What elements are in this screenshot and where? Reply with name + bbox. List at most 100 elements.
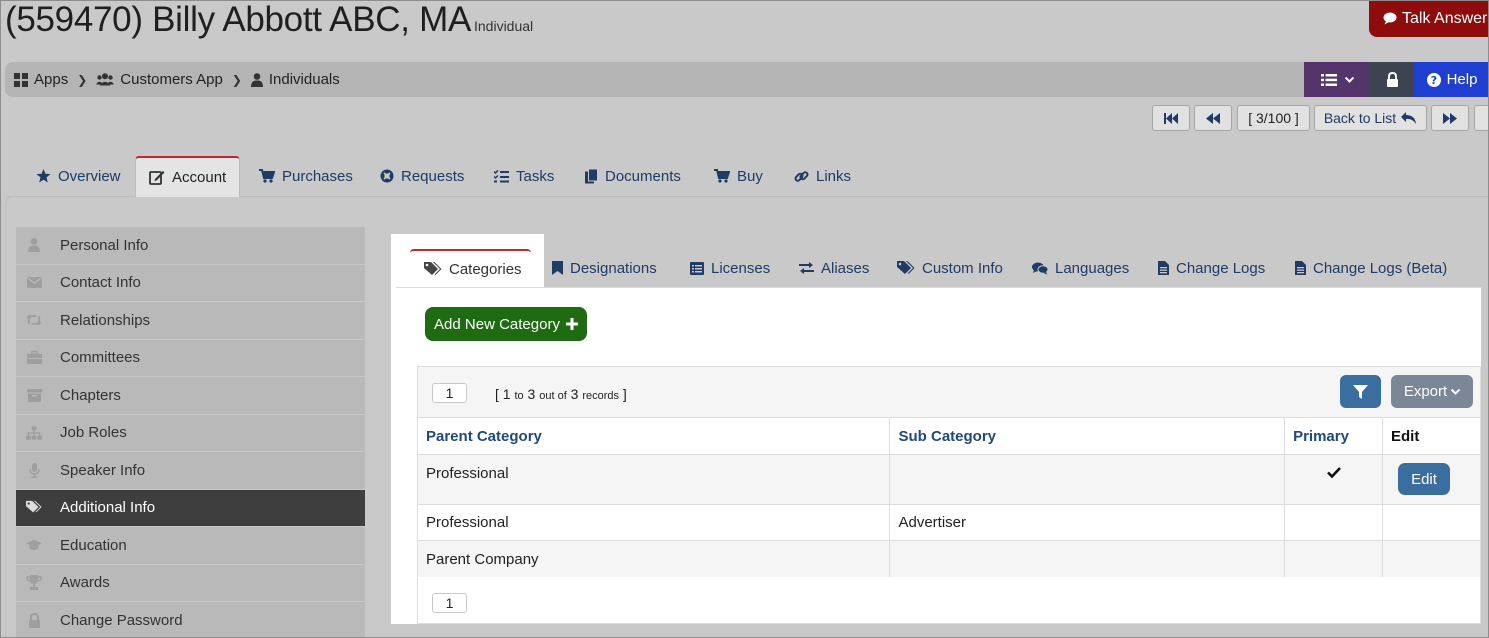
question-circle-icon: ? bbox=[1426, 72, 1441, 87]
sidebar-item-job-roles[interactable]: Job Roles bbox=[16, 414, 365, 452]
tab-tasks-label: Tasks bbox=[516, 167, 555, 185]
sidebar-item-label: Chapters bbox=[60, 386, 121, 404]
lock-icon bbox=[26, 612, 42, 628]
chevron-down-icon bbox=[1451, 388, 1461, 395]
tags-icon bbox=[897, 260, 915, 276]
back-to-list-button[interactable]: Back to List bbox=[1314, 105, 1427, 131]
menu-dropdown-button[interactable] bbox=[1304, 62, 1370, 97]
reply-all-icon bbox=[1401, 112, 1417, 124]
table-header-row: Parent Category Sub Category Primary Edi… bbox=[416, 417, 1481, 455]
column-header-parent-category[interactable]: Parent Category bbox=[416, 417, 891, 455]
tab-account-label: Account bbox=[172, 169, 227, 186]
export-label: Export bbox=[1403, 383, 1448, 400]
categories-table: Parent Category Sub Category Primary Edi… bbox=[416, 417, 1481, 578]
sidebar-item-awards[interactable]: Awards bbox=[16, 564, 365, 602]
exchange-icon bbox=[799, 262, 814, 274]
plus-icon bbox=[565, 318, 578, 330]
star-icon bbox=[36, 169, 51, 183]
sidebar-item-change-password[interactable]: Change Password bbox=[16, 602, 365, 638]
cell-edit: Edit bbox=[1382, 454, 1481, 505]
tab-overview[interactable]: Overview bbox=[23, 156, 134, 196]
tab-custom-info[interactable]: Custom Info bbox=[883, 249, 1017, 287]
breadcrumb-individuals-label: Individuals bbox=[268, 71, 340, 88]
list-icon bbox=[1320, 73, 1337, 86]
cell-parent-category: Professional bbox=[416, 454, 891, 505]
records-total: 3 bbox=[570, 386, 579, 402]
page-number-button[interactable]: 1 bbox=[432, 383, 467, 403]
help-button[interactable]: ? Help bbox=[1414, 62, 1489, 97]
edit-button[interactable]: Edit bbox=[1398, 463, 1451, 495]
cell-primary bbox=[1284, 504, 1384, 541]
lock-button[interactable] bbox=[1370, 62, 1414, 97]
sidebar-item-contact-info[interactable]: Contact Info bbox=[16, 264, 365, 302]
previous-record-button[interactable] bbox=[1194, 105, 1232, 131]
tab-designations[interactable]: Designations bbox=[538, 249, 671, 287]
sidebar-item-relationships[interactable]: Relationships bbox=[16, 302, 365, 340]
tab-links[interactable]: Links bbox=[781, 156, 864, 196]
tab-purchases[interactable]: Purchases bbox=[246, 156, 366, 196]
sidebar-item-label: Speaker Info bbox=[60, 461, 146, 479]
breadcrumb-apps[interactable]: Apps bbox=[14, 71, 68, 88]
tab-categories-label: Categories bbox=[449, 260, 522, 278]
column-header-primary[interactable]: Primary bbox=[1284, 417, 1384, 455]
filter-button[interactable] bbox=[1340, 375, 1381, 408]
tab-licenses[interactable]: Licenses bbox=[676, 249, 784, 287]
first-record-button[interactable] bbox=[1152, 105, 1190, 131]
column-header-sub-category[interactable]: Sub Category bbox=[889, 417, 1286, 455]
export-button[interactable]: Export bbox=[1391, 375, 1473, 408]
tab-buy[interactable]: Buy bbox=[701, 156, 776, 196]
breadcrumb-individuals[interactable]: Individuals bbox=[250, 71, 340, 88]
records-out-of-word: out of bbox=[539, 390, 567, 402]
tags-icon bbox=[26, 500, 42, 515]
chevron-right-icon: ❯ bbox=[77, 72, 88, 87]
sitemap-icon bbox=[26, 426, 42, 440]
sidebar-item-label: Contact Info bbox=[60, 274, 141, 292]
sidebar-item-chapters[interactable]: Chapters bbox=[16, 377, 365, 415]
forward-icon bbox=[1443, 112, 1457, 124]
tab-change-logs[interactable]: Change Logs bbox=[1144, 249, 1279, 287]
tab-categories[interactable]: Categories bbox=[410, 249, 531, 287]
tab-documents-label: Documents bbox=[605, 167, 681, 185]
footer-page-number-button[interactable]: 1 bbox=[432, 593, 467, 613]
tab-tasks[interactable]: Tasks bbox=[481, 156, 567, 196]
trophy-icon bbox=[26, 575, 42, 591]
tab-account[interactable]: Account bbox=[135, 156, 240, 197]
tags-icon bbox=[424, 261, 442, 277]
last-record-button[interactable] bbox=[1474, 105, 1489, 131]
tab-custom-info-label: Custom Info bbox=[922, 259, 1003, 277]
next-record-button[interactable] bbox=[1431, 105, 1469, 131]
sidebar-item-additional-info[interactable]: Additional Info bbox=[16, 489, 365, 527]
sidebar-item-label: Committees bbox=[60, 349, 141, 367]
bookmark-icon bbox=[552, 261, 563, 275]
tab-documents[interactable]: Documents bbox=[572, 156, 694, 196]
sidebar-item-speaker-info[interactable]: Speaker Info bbox=[16, 452, 365, 490]
tab-requests[interactable]: Requests bbox=[367, 156, 477, 196]
grid-footer bbox=[417, 577, 1481, 624]
sidebar-item-education[interactable]: Education bbox=[16, 527, 365, 565]
records-word: records bbox=[582, 390, 620, 402]
breadcrumb-customers-app[interactable]: Customers App bbox=[96, 71, 223, 88]
tab-change-logs-beta[interactable]: Change Logs (Beta) bbox=[1281, 249, 1461, 287]
user-icon bbox=[250, 72, 263, 87]
back-to-list-label: Back to List bbox=[1323, 110, 1397, 126]
add-new-category-button[interactable]: Add New Category bbox=[425, 307, 587, 341]
tab-divider bbox=[7, 196, 135, 197]
tab-requests-label: Requests bbox=[401, 167, 465, 185]
breadcrumb-apps-label: Apps bbox=[34, 71, 69, 88]
file-icon bbox=[1158, 261, 1169, 275]
table-row: Parent Company bbox=[416, 540, 1481, 578]
cell-primary bbox=[1284, 540, 1384, 578]
sidebar-item-committees[interactable]: Committees bbox=[16, 339, 365, 377]
cell-parent-category: Professional bbox=[416, 504, 891, 541]
tab-licenses-label: Licenses bbox=[711, 259, 771, 277]
table-row: Professional Edit bbox=[416, 454, 1481, 505]
sidebar-item-label: Awards bbox=[60, 574, 110, 592]
tab-languages[interactable]: Languages bbox=[1018, 249, 1143, 287]
tab-aliases[interactable]: Aliases bbox=[785, 249, 883, 287]
fast-backward-icon bbox=[1164, 112, 1178, 124]
tab-change-logs-beta-label: Change Logs (Beta) bbox=[1313, 259, 1448, 277]
sidebar-item-personal-info[interactable]: Personal Info bbox=[16, 227, 365, 265]
sidebar-item-label: Personal Info bbox=[60, 236, 149, 254]
talk-answers-button[interactable]: Talk Answers bbox=[1369, 0, 1489, 37]
breadcrumb: Apps ❯ Customers App ❯ Individuals bbox=[5, 62, 1305, 97]
